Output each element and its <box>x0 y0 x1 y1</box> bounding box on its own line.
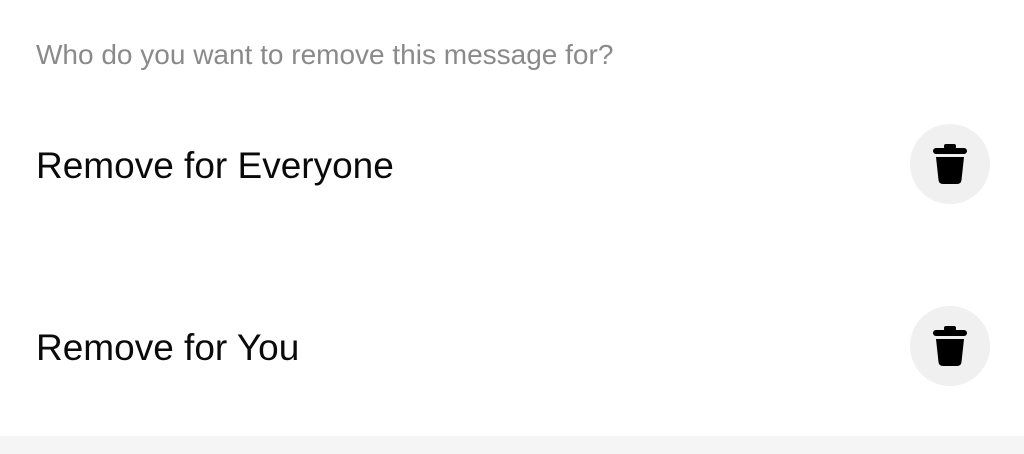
trash-icon <box>933 144 967 184</box>
remove-for-everyone-label: Remove for Everyone <box>36 145 394 186</box>
remove-for-everyone-icon-button[interactable] <box>910 124 990 204</box>
bottom-divider-bar <box>0 436 1024 454</box>
remove-for-you-label: Remove for You <box>36 327 300 368</box>
remove-for-you-option[interactable]: Remove for You <box>0 272 1024 422</box>
sheet-prompt: Who do you want to remove this message f… <box>36 39 614 70</box>
remove-for-you-icon-button[interactable] <box>910 306 990 386</box>
remove-message-sheet: Who do you want to remove this message f… <box>0 0 1024 454</box>
trash-icon <box>933 326 967 366</box>
remove-for-everyone-option[interactable]: Remove for Everyone <box>0 90 1024 240</box>
